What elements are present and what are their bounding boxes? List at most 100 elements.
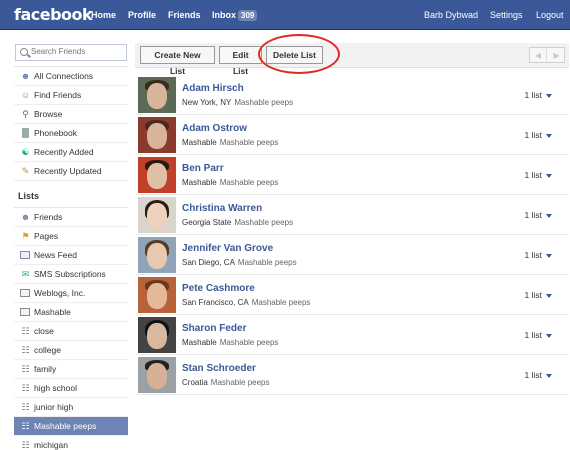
sidebar-list-close[interactable]: ☷ close: [14, 322, 128, 341]
sidebar-list-college[interactable]: ☷ college: [14, 341, 128, 360]
friend-row: Sharon Feder Mashable Mashable peeps 1 li…: [135, 315, 569, 355]
nav-inbox-link[interactable]: Inbox 309: [212, 10, 258, 21]
sidebar-list-mashable-peeps[interactable]: ☷ Mashable peeps: [14, 417, 128, 436]
top-navigation-bar: facebook Home Profile Friends Inbox 309 B…: [0, 0, 570, 30]
list-count-dropdown[interactable]: 1 list: [525, 250, 552, 260]
dropdown-caret-icon: [546, 293, 552, 298]
sidebar-item-label: Recently Updated: [34, 166, 102, 176]
facebook-logo[interactable]: facebook: [14, 5, 93, 24]
list-count-dropdown[interactable]: 1 list: [525, 370, 552, 380]
list-count-dropdown[interactable]: 1 list: [525, 90, 552, 100]
friend-name-link[interactable]: Stan Schroeder: [182, 363, 256, 374]
find-friends-icon: ☺: [20, 90, 31, 100]
sidebar-item-label: Friends: [34, 212, 63, 222]
friend-name-link[interactable]: Jennifer Van Grove: [182, 243, 273, 254]
sidebar-list-junior-high[interactable]: ☷ junior high: [14, 398, 128, 417]
sidebar-item-all-connections[interactable]: ☻ All Connections: [14, 67, 128, 86]
network-label: Mashable: [182, 178, 217, 187]
search-friends-input[interactable]: [31, 47, 123, 56]
sidebar-list-michigan[interactable]: ☷ michigan: [14, 436, 128, 450]
sidebar-item-label: News Feed: [34, 250, 77, 260]
avatar[interactable]: [138, 157, 176, 193]
sidebar-list-sms-subscriptions[interactable]: ✉ SMS Subscriptions: [14, 265, 128, 284]
friend-network: Mashable Mashable peeps: [182, 338, 278, 347]
avatar[interactable]: [138, 117, 176, 153]
list-membership: Mashable peeps: [237, 258, 297, 267]
friend-network: New York, NY Mashable peeps: [182, 98, 293, 107]
sidebar-item-label: college: [34, 345, 61, 355]
dropdown-caret-icon: [546, 373, 552, 378]
nav-friends-link[interactable]: Friends: [168, 10, 201, 20]
avatar[interactable]: [138, 197, 176, 233]
friends-list: Adam Hirsch New York, NY Mashable peeps 1…: [135, 75, 569, 395]
list-count-label: 1 list: [524, 90, 542, 100]
settings-link[interactable]: Settings: [490, 10, 523, 20]
avatar[interactable]: [138, 357, 176, 393]
list-count-dropdown[interactable]: 1 list: [525, 210, 552, 220]
edit-list-button[interactable]: Edit List: [219, 46, 262, 76]
sidebar-item-label: Recently Added: [34, 147, 94, 157]
nav-profile-link[interactable]: Profile: [128, 10, 156, 20]
search-friends-box[interactable]: [15, 44, 127, 61]
list-membership: Mashable peeps: [234, 98, 294, 107]
list-membership: Mashable peeps: [210, 378, 270, 387]
sidebar: ☻ All Connections ☺ Find Friends ⚲ Brows…: [14, 44, 128, 450]
user-name-link[interactable]: Barb Dybwad: [424, 10, 478, 20]
sidebar-item-label: Mashable: [34, 307, 71, 317]
sidebar-list-family[interactable]: ☷ family: [14, 360, 128, 379]
list-count-label: 1 list: [524, 330, 542, 340]
friend-name-link[interactable]: Pete Cashmore: [182, 283, 255, 294]
sidebar-list-pages[interactable]: ⚑ Pages: [14, 227, 128, 246]
sidebar-item-recently-added[interactable]: ☯ Recently Added: [14, 143, 128, 162]
sidebar-item-phonebook[interactable]: Phonebook: [14, 124, 128, 143]
friend-name-link[interactable]: Christina Warren: [182, 203, 262, 214]
sidebar-item-label: Pages: [34, 231, 59, 241]
sidebar-list-mashable[interactable]: Mashable: [14, 303, 128, 322]
list-toolbar: Create New List Edit List Delete List ◀ …: [135, 43, 569, 76]
sidebar-list-friends[interactable]: ☻ Friends: [14, 208, 128, 227]
sidebar-list-news-feed[interactable]: News Feed: [14, 246, 128, 265]
friend-network: Mashable Mashable peeps: [182, 178, 278, 187]
list-count-label: 1 list: [524, 170, 542, 180]
sidebar-item-label: family: [34, 364, 57, 374]
sidebar-list-weblogs[interactable]: Weblogs, Inc.: [14, 284, 128, 303]
dropdown-caret-icon: [546, 253, 552, 258]
avatar[interactable]: [138, 77, 176, 113]
sidebar-item-browse[interactable]: ⚲ Browse: [14, 105, 128, 124]
list-count-dropdown[interactable]: 1 list: [525, 330, 552, 340]
create-new-list-button[interactable]: Create New List: [140, 46, 215, 76]
avatar[interactable]: [138, 237, 176, 273]
list-membership: Mashable peeps: [219, 138, 279, 147]
contact-list-icon: ☷: [21, 383, 30, 393]
list-count-dropdown[interactable]: 1 list: [525, 130, 552, 140]
list-count-dropdown[interactable]: 1 list: [525, 290, 552, 300]
sidebar-item-label: Find Friends: [34, 90, 82, 100]
friend-name-link[interactable]: Sharon Feder: [182, 323, 246, 334]
sidebar-list-high-school[interactable]: ☷ high school: [14, 379, 128, 398]
avatar[interactable]: [138, 277, 176, 313]
list-count-label: 1 list: [524, 210, 542, 220]
friend-network: San Francisco, CA Mashable peeps: [182, 298, 310, 307]
friend-name-link[interactable]: Adam Ostrow: [182, 123, 247, 134]
friend-name-link[interactable]: Adam Hirsch: [182, 83, 244, 94]
sidebar-item-recently-updated[interactable]: ✎ Recently Updated: [14, 162, 128, 181]
list-count-dropdown[interactable]: 1 list: [525, 170, 552, 180]
phone-icon: [22, 128, 29, 138]
sidebar-item-find-friends[interactable]: ☺ Find Friends: [14, 86, 128, 105]
list-count-label: 1 list: [524, 370, 542, 380]
network-label: Mashable: [182, 338, 217, 347]
network-label: San Diego, CA: [182, 258, 235, 267]
logout-link[interactable]: Logout: [536, 10, 564, 20]
previous-page-button[interactable]: ◀: [530, 49, 547, 62]
friend-network: Mashable Mashable peeps: [182, 138, 278, 147]
nav-home-link[interactable]: Home: [91, 10, 116, 20]
avatar[interactable]: [138, 317, 176, 353]
dropdown-caret-icon: [546, 93, 552, 98]
dropdown-caret-icon: [546, 213, 552, 218]
friend-name-link[interactable]: Ben Parr: [182, 163, 224, 174]
next-page-button[interactable]: ▶: [548, 49, 565, 62]
network-label: Georgia State: [182, 218, 232, 227]
network-label: Croatia: [182, 378, 208, 387]
list-membership: Mashable peeps: [251, 298, 311, 307]
list-membership: Mashable peeps: [219, 338, 279, 347]
